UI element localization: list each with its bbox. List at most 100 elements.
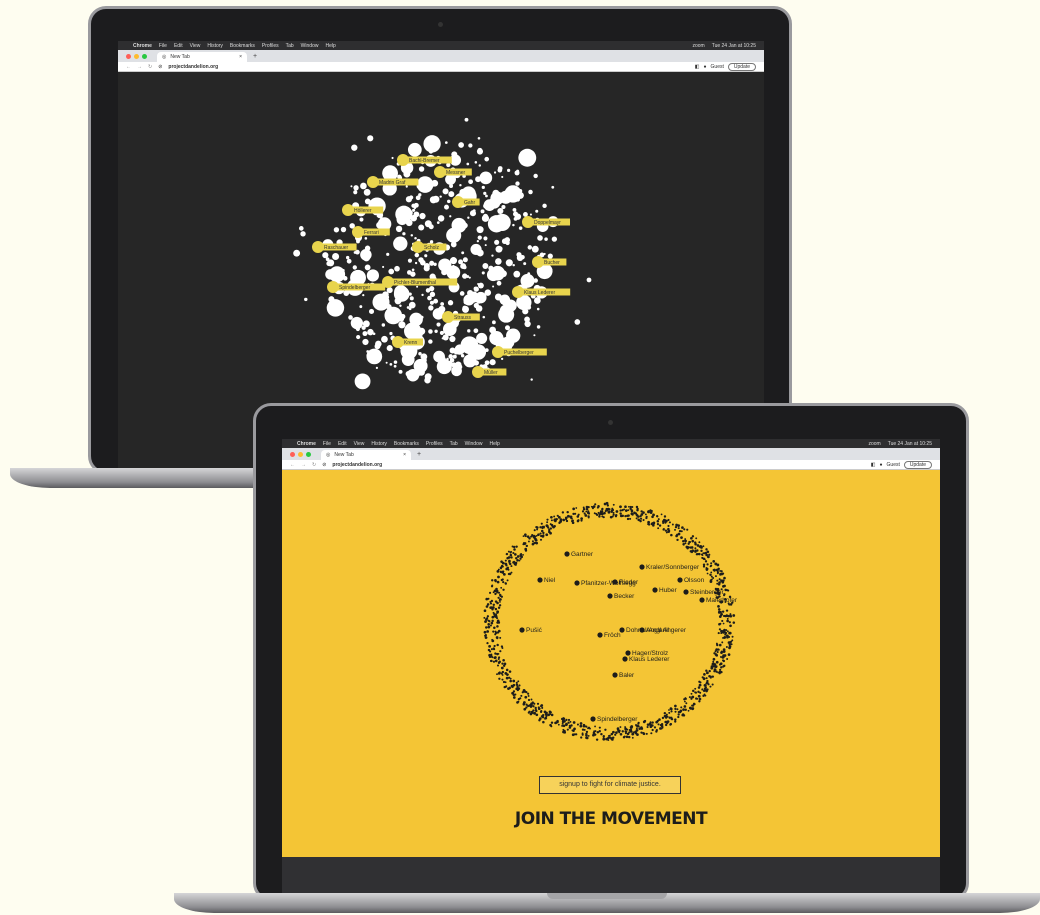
ring-dot[interactable] xyxy=(553,515,556,518)
person-dot[interactable] xyxy=(597,632,603,638)
url-field[interactable]: projectdandelion.org xyxy=(168,64,218,70)
bubble[interactable] xyxy=(477,235,482,240)
bubble[interactable] xyxy=(473,302,480,309)
ring-dot[interactable] xyxy=(687,709,690,712)
bubble[interactable] xyxy=(449,335,456,343)
ring-dot[interactable] xyxy=(591,506,594,508)
ring-dot[interactable] xyxy=(706,688,709,691)
bubble[interactable] xyxy=(512,211,519,217)
bubble[interactable] xyxy=(488,265,494,271)
ring-dot[interactable] xyxy=(716,643,719,646)
ring-dot[interactable] xyxy=(550,713,554,717)
ring-dot[interactable] xyxy=(570,517,573,520)
ring-dot[interactable] xyxy=(674,526,678,529)
ring-dot[interactable] xyxy=(612,730,615,734)
ring-dot[interactable] xyxy=(657,518,660,521)
ring-dot[interactable] xyxy=(509,679,512,683)
bubble[interactable] xyxy=(515,181,520,186)
ring-dot[interactable] xyxy=(540,522,543,525)
ring-dot[interactable] xyxy=(716,650,719,654)
ring-dot[interactable] xyxy=(585,732,588,736)
ring-dot[interactable] xyxy=(530,535,533,538)
ring-dot[interactable] xyxy=(635,513,639,517)
menu-view[interactable]: View xyxy=(354,441,365,447)
bubble[interactable] xyxy=(533,173,538,179)
ring-dot[interactable] xyxy=(725,614,729,618)
ring-dot[interactable] xyxy=(717,671,719,674)
ring-dot[interactable] xyxy=(615,731,618,734)
ring-dot[interactable] xyxy=(698,541,701,544)
ring-dot[interactable] xyxy=(600,510,603,513)
ring-dot[interactable] xyxy=(609,736,612,739)
bubble[interactable] xyxy=(452,354,457,359)
bubble[interactable] xyxy=(476,249,484,257)
ring-dot[interactable] xyxy=(680,536,683,539)
ring-dot[interactable] xyxy=(565,723,568,727)
ring-dot[interactable] xyxy=(601,515,604,518)
ring-dot[interactable] xyxy=(573,733,576,736)
ring-dot[interactable] xyxy=(505,676,509,680)
bubble[interactable] xyxy=(325,269,336,280)
ring-dot[interactable] xyxy=(554,721,558,725)
ring-dot[interactable] xyxy=(690,692,693,695)
ring-dot[interactable] xyxy=(597,511,600,514)
bubble[interactable] xyxy=(486,362,489,365)
bubble[interactable] xyxy=(381,335,388,343)
bubble[interactable] xyxy=(483,191,487,195)
ring-dot[interactable] xyxy=(604,728,607,731)
ring-dot[interactable] xyxy=(677,713,680,716)
ring-dot[interactable] xyxy=(499,570,503,574)
ring-dot[interactable] xyxy=(553,518,557,521)
ring-dot[interactable] xyxy=(677,527,680,530)
ring-dot[interactable] xyxy=(502,658,505,662)
bubble[interactable] xyxy=(473,286,478,291)
ring-dot[interactable] xyxy=(542,531,545,535)
bubble[interactable] xyxy=(530,378,533,381)
bubble[interactable] xyxy=(375,366,379,370)
ring-dot[interactable] xyxy=(699,681,702,684)
bubble[interactable] xyxy=(376,221,384,229)
ring-dot[interactable] xyxy=(539,538,543,541)
ring-dot[interactable] xyxy=(621,730,624,733)
ring-dot[interactable] xyxy=(719,668,722,672)
ring-dot[interactable] xyxy=(646,725,649,729)
ring-dot[interactable] xyxy=(630,725,634,728)
ring-dot[interactable] xyxy=(637,722,640,725)
ring-dot[interactable] xyxy=(719,572,722,575)
ring-dot[interactable] xyxy=(716,579,719,582)
bubble[interactable] xyxy=(397,174,402,180)
ring-dot[interactable] xyxy=(512,690,516,693)
ring-dot[interactable] xyxy=(580,736,583,739)
bubble[interactable] xyxy=(408,307,412,311)
ring-dot[interactable] xyxy=(490,606,493,609)
bubble[interactable] xyxy=(513,330,519,335)
ring-dot[interactable] xyxy=(515,545,518,548)
ring-dot[interactable] xyxy=(494,631,498,635)
bubble[interactable] xyxy=(359,305,363,309)
ring-dot[interactable] xyxy=(587,735,590,737)
ring-dot[interactable] xyxy=(598,515,601,518)
ring-dot[interactable] xyxy=(668,521,671,524)
ring-dot[interactable] xyxy=(499,650,502,653)
bubble[interactable] xyxy=(395,225,403,233)
ring-dot[interactable] xyxy=(697,694,701,698)
back-icon[interactable]: ← xyxy=(126,64,131,70)
bubble[interactable] xyxy=(362,338,369,346)
ring-dot[interactable] xyxy=(667,524,670,528)
ring-dot[interactable] xyxy=(585,510,588,513)
ring-dot[interactable] xyxy=(587,727,590,730)
ring-dot[interactable] xyxy=(676,538,679,542)
bubble[interactable] xyxy=(535,209,539,213)
bubble[interactable] xyxy=(495,258,502,265)
ring-dot[interactable] xyxy=(651,724,654,727)
ring-dot[interactable] xyxy=(580,517,583,520)
ring-dot[interactable] xyxy=(635,517,638,520)
ring-dot[interactable] xyxy=(542,720,545,724)
ring-dot[interactable] xyxy=(594,725,596,728)
ring-dot[interactable] xyxy=(497,575,500,579)
bubble[interactable] xyxy=(388,268,395,275)
bubble[interactable] xyxy=(462,257,468,263)
clock[interactable]: Tue 24 Jan at 10:25 xyxy=(712,43,756,49)
ring-dot[interactable] xyxy=(614,733,617,736)
bubble[interactable] xyxy=(326,261,332,267)
